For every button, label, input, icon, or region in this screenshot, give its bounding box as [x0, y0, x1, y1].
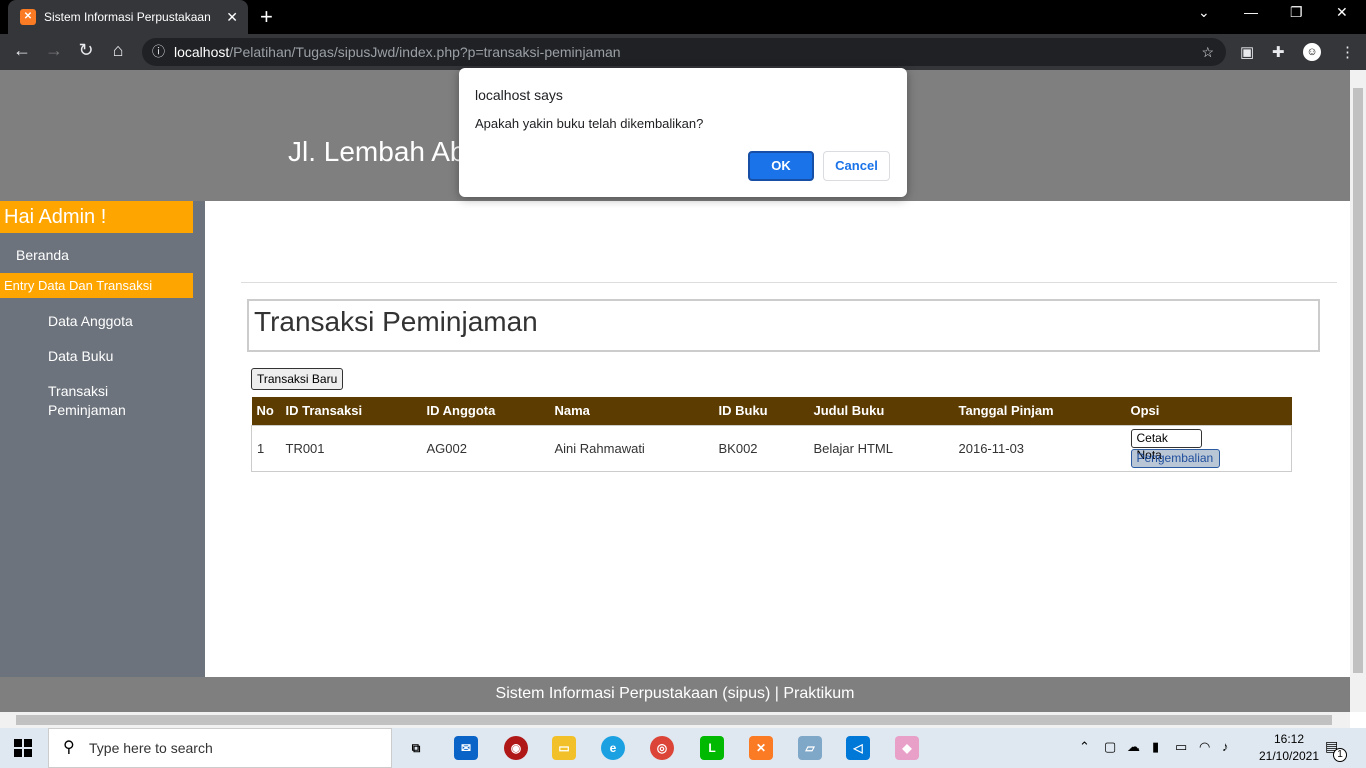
dialog-message: Apakah yakin buku telah dikembalikan? [475, 116, 704, 131]
col-no: No [256, 403, 274, 419]
battery-icon[interactable]: ▭ [1175, 739, 1187, 755]
site-footer: Sistem Informasi Perpustakaan (sipus) | … [0, 677, 1350, 712]
divider [241, 282, 1337, 283]
xampp-icon[interactable]: ✕ [749, 736, 773, 760]
dialog-ok-button[interactable]: OK [748, 151, 814, 181]
tray-chevron-up-icon[interactable]: ⌃ [1079, 739, 1090, 755]
cell-id-buku: BK002 [718, 440, 758, 456]
cell-nama: Aini Rahmawati [554, 440, 645, 456]
back-arrow-icon[interactable]: ← [10, 40, 34, 61]
page-title: Transaksi Peminjaman [254, 306, 538, 337]
sidebar: Hai Admin ! Beranda Entry Data Dan Trans… [0, 201, 205, 677]
table-row: 1 TR001 AG002 Aini Rahmawati BK002 Belaj… [251, 425, 1292, 471]
sidebar-item-beranda[interactable]: Beranda [16, 247, 69, 263]
volume-icon[interactable]: ♪ [1222, 739, 1229, 754]
col-nama: Nama [554, 403, 590, 419]
notification-count-badge: 1 [1333, 748, 1347, 762]
url-host: localhost [174, 44, 230, 60]
task-view-icon[interactable]: ⧉ [404, 736, 428, 760]
clock-time: 16:12 [1273, 732, 1305, 746]
puzzle-extensions-icon[interactable]: ✚ [1272, 43, 1285, 61]
minimize-icon[interactable]: — [1244, 4, 1258, 20]
windows-taskbar: ⚲ Type here to search ⧉ ✉ ◉ ▭ e ◎ L ✕ ▱ … [0, 728, 1366, 768]
vertical-scrollbar[interactable] [1350, 70, 1366, 712]
microphone-icon[interactable]: ▮ [1152, 739, 1159, 755]
cell-tanggal-pinjam: 2016-11-03 [958, 440, 1025, 456]
xampp-favicon-icon: ✕ [20, 9, 36, 25]
windows-start-icon[interactable] [14, 739, 32, 757]
onedrive-icon[interactable]: ☁ [1127, 739, 1140, 755]
cell-judul-buku: Belajar HTML [813, 440, 893, 456]
tab-title: Sistem Informasi Perpustakaan [44, 10, 211, 24]
mail-icon[interactable]: ✉ [454, 736, 478, 760]
sidebar-item-data-buku[interactable]: Data Buku [48, 347, 113, 366]
col-id-anggota: ID Anggota [426, 403, 496, 419]
wifi-icon[interactable]: ◠ [1199, 739, 1210, 755]
new-transaction-button[interactable]: Transaksi Baru [251, 368, 344, 390]
sidebar-item-data-anggota[interactable]: Data Anggota [48, 312, 133, 331]
sidebar-item-transaksi-peminjaman[interactable]: Transaksi Peminjaman [48, 382, 148, 420]
vscode-icon[interactable]: ◁ [846, 736, 870, 760]
git-icon[interactable]: ◆ [895, 736, 919, 760]
cell-no: 1 [257, 440, 265, 456]
chrome-icon[interactable]: ◎ [650, 736, 674, 760]
window-close-icon[interactable]: ✕ [1336, 4, 1348, 21]
main-content: Transaksi Peminjaman Transaksi Baru No I… [205, 201, 1350, 677]
tab-close-icon[interactable]: ✕ [226, 9, 238, 26]
new-tab-icon[interactable]: + [260, 4, 273, 30]
menu-kebab-icon[interactable]: ⋮ [1340, 43, 1355, 61]
meet-now-icon[interactable]: ▢ [1104, 739, 1116, 755]
browser-tab-bar: ✕ Sistem Informasi Perpustakaan ✕ + ⌄ — … [0, 0, 1366, 34]
forward-arrow-icon[interactable]: → [42, 40, 66, 61]
transactions-table: No ID Transaksi ID Anggota Nama ID Buku … [251, 397, 1292, 472]
clock-date: 21/10/2021 [1258, 749, 1320, 763]
dialog-cancel-button[interactable]: Cancel [823, 151, 890, 181]
sidebar-greeting: Hai Admin ! [0, 201, 193, 233]
sidebar-section-entry[interactable]: Entry Data Dan Transaksi [0, 273, 193, 298]
browser-tab[interactable]: ✕ Sistem Informasi Perpustakaan ✕ [8, 0, 248, 34]
taskbar-search-input[interactable]: ⚲ Type here to search [48, 728, 392, 768]
bookmark-star-icon[interactable]: ☆ [1201, 38, 1214, 66]
tab-search-chevron-icon[interactable]: ⌄ [1198, 4, 1210, 21]
address-bar[interactable]: ⓘ localhost/Pelatihan/Tugas/sipusJwd/ind… [142, 38, 1226, 66]
col-judul-buku: Judul Buku [813, 403, 885, 419]
notepad-icon[interactable]: ▱ [798, 736, 822, 760]
table-header-row: No ID Transaksi ID Anggota Nama ID Buku … [251, 397, 1292, 425]
extension-icon[interactable]: ▣ [1240, 43, 1254, 61]
horizontal-scroll-thumb[interactable] [16, 715, 1332, 725]
edge-icon[interactable]: e [601, 736, 625, 760]
search-icon: ⚲ [63, 739, 75, 756]
restore-icon[interactable]: ❐ [1290, 4, 1303, 21]
col-id-buku: ID Buku [718, 403, 768, 419]
browser-toolbar: ← → ↻ ⌂ ⓘ localhost/Pelatihan/Tugas/sipu… [0, 34, 1366, 70]
col-tanggal-pinjam: Tanggal Pinjam [958, 403, 1054, 419]
vertical-scroll-thumb[interactable] [1353, 88, 1363, 673]
line-icon[interactable]: L [700, 736, 724, 760]
cell-id-transaksi: TR001 [285, 440, 325, 456]
file-explorer-icon[interactable]: ▭ [552, 736, 576, 760]
col-id-transaksi: ID Transaksi [285, 403, 363, 419]
profile-avatar[interactable]: ☺ [1303, 43, 1321, 61]
cell-opsi: Cetak Nota Pengembalian [1126, 425, 1292, 471]
cell-id-anggota: AG002 [426, 440, 467, 456]
taskbar-clock[interactable]: 16:12 21/10/2021 [1258, 731, 1320, 765]
return-book-button[interactable]: Pengembalian [1130, 448, 1220, 468]
search-placeholder: Type here to search [89, 740, 213, 756]
url-path: /Pelatihan/Tugas/sipusJwd/index.php?p=tr… [229, 44, 621, 60]
page-title-box: Transaksi Peminjaman [247, 299, 1320, 352]
home-icon[interactable]: ⌂ [106, 40, 130, 61]
app-red-icon[interactable]: ◉ [504, 736, 528, 760]
reload-icon[interactable]: ↻ [74, 40, 98, 61]
print-receipt-button[interactable]: Cetak Nota [1130, 428, 1202, 462]
col-opsi: Opsi [1130, 403, 1160, 419]
info-icon[interactable]: ⓘ [152, 38, 165, 66]
confirm-dialog: localhost says Apakah yakin buku telah d… [459, 68, 907, 197]
horizontal-scrollbar[interactable] [0, 712, 1350, 728]
dialog-title: localhost says [475, 87, 563, 103]
